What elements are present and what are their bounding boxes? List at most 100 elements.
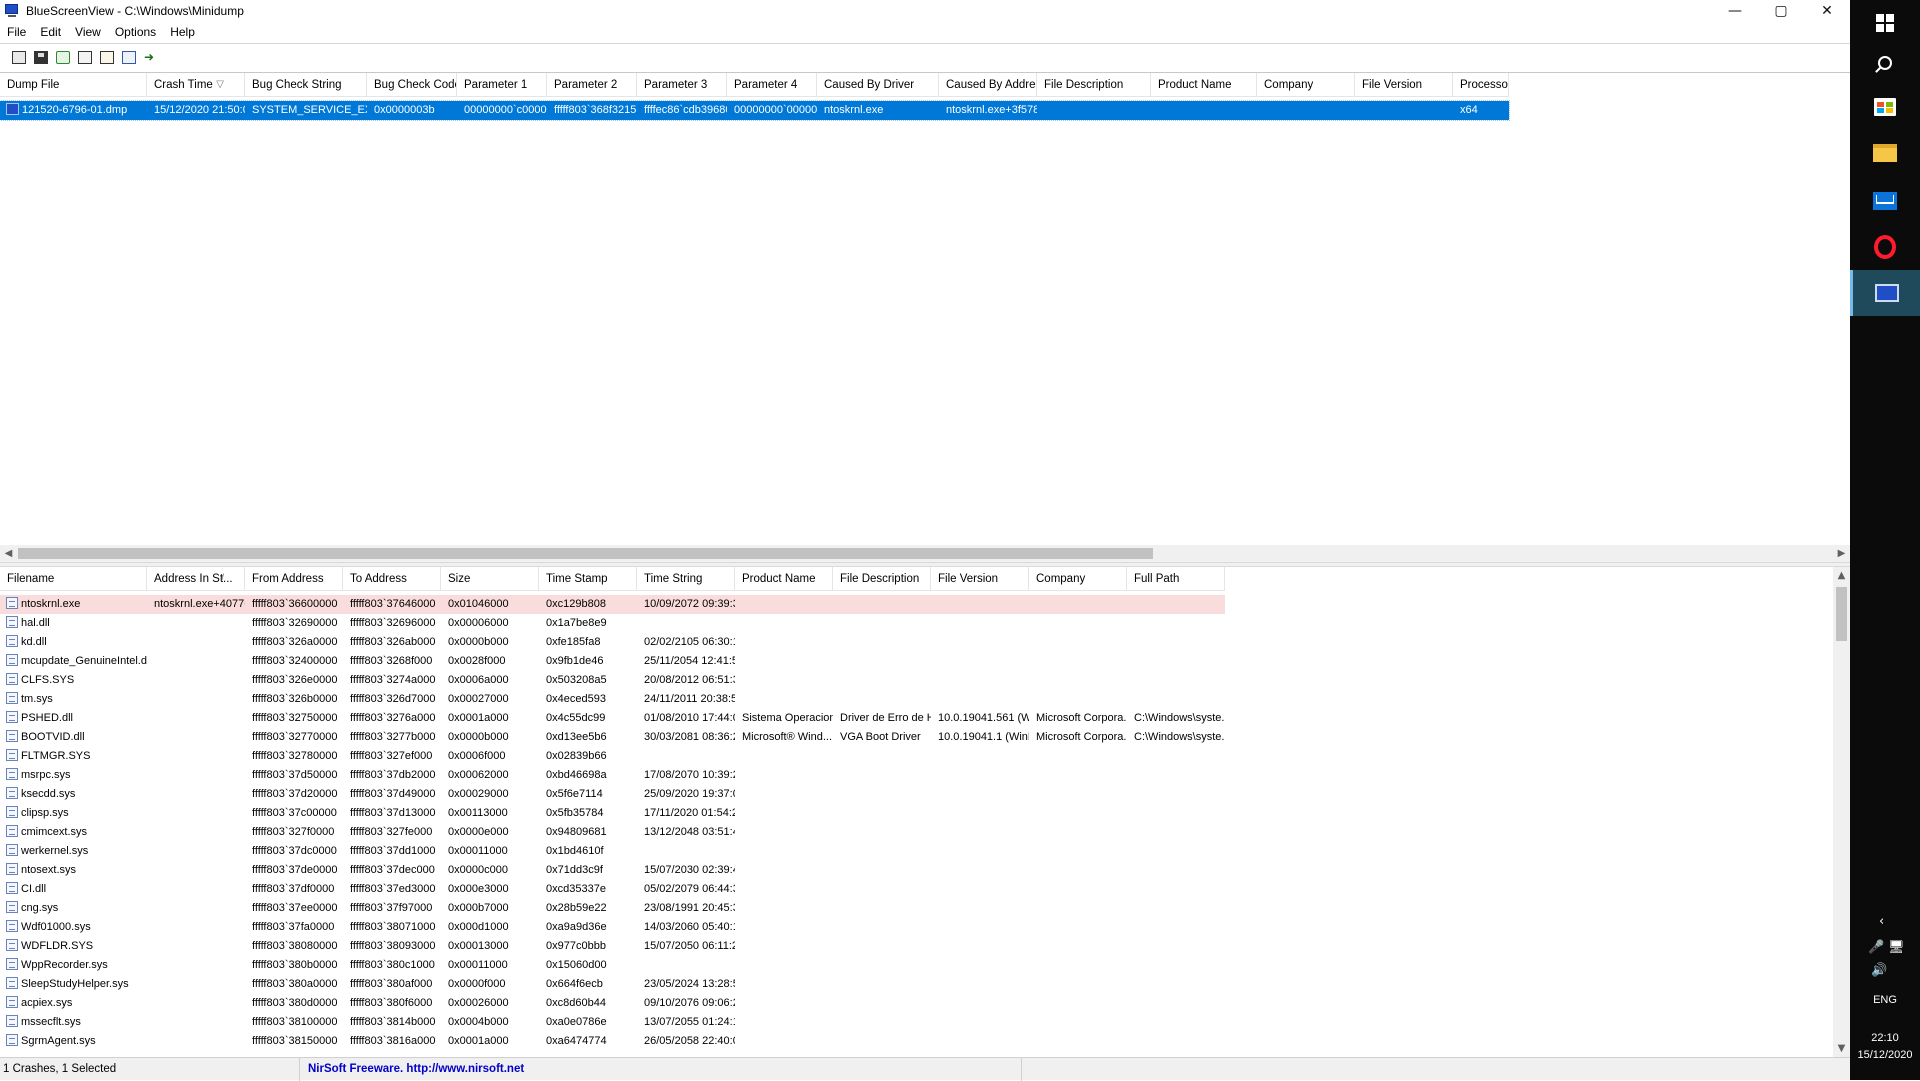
cell: fffff803`3268f000: [343, 652, 441, 671]
scroll-left-icon[interactable]: ◀: [0, 545, 17, 562]
minimize-button[interactable]: —: [1712, 0, 1758, 22]
copy-button[interactable]: [76, 48, 94, 66]
vertical-scrollbar[interactable]: ▲ ▼: [1833, 567, 1850, 1057]
column-header[interactable]: Parameter 3: [637, 73, 727, 97]
driver-row[interactable]: mcupdate_GenuineIntel.dll fffff803`324000…: [0, 652, 1225, 671]
maximize-button[interactable]: ▢: [1758, 0, 1804, 22]
column-header[interactable]: From Address: [245, 567, 343, 591]
driver-row[interactable]: PSHED.dll fffff803`32750000 fffff803`3276a…: [0, 709, 1225, 728]
column-header[interactable]: File Description: [1037, 73, 1151, 97]
language-indicator[interactable]: ENG: [1850, 994, 1920, 1006]
menu-view[interactable]: View: [68, 22, 108, 42]
vertical-scrollbar-thumb[interactable]: [1836, 587, 1847, 641]
column-header[interactable]: Bug Check String: [245, 73, 367, 97]
refresh-button[interactable]: [54, 48, 72, 66]
column-header[interactable]: Full Path: [1127, 567, 1225, 591]
column-header[interactable]: Time Stamp: [539, 567, 637, 591]
column-header[interactable]: Dump File: [0, 73, 147, 97]
column-header[interactable]: Company: [1029, 567, 1127, 591]
cell-text: 0x0000003b: [374, 104, 435, 116]
column-header[interactable]: Parameter 2: [547, 73, 637, 97]
driver-list[interactable]: Filename Address In St... / From Address To …: [0, 567, 1850, 1057]
driver-row[interactable]: CI.dll fffff803`37df0000 fffff803`37ed3000…: [0, 880, 1225, 899]
column-header[interactable]: Filename: [0, 567, 147, 591]
cell: fffff803`380b0000: [245, 956, 343, 975]
column-header[interactable]: Size: [441, 567, 539, 591]
driver-row[interactable]: acpiex.sys fffff803`380d0000 fffff803`380f…: [0, 994, 1225, 1013]
scrollbar-thumb[interactable]: [18, 548, 1153, 559]
crash-list[interactable]: Dump File Crash Time ▽ Bug Check String Bug …: [0, 72, 1850, 562]
properties-button[interactable]: [98, 48, 116, 66]
driver-row[interactable]: kd.dll fffff803`326a0000 fffff803`326ab000…: [0, 633, 1225, 652]
driver-row[interactable]: ksecdd.sys fffff803`37d20000 fffff803`37d4…: [0, 785, 1225, 804]
volume-icon[interactable]: 🔊: [1871, 963, 1887, 978]
driver-row[interactable]: FLTMGR.SYS fffff803`32780000 fffff803`327e…: [0, 747, 1225, 766]
driver-row[interactable]: cmimcext.sys fffff803`327f0000 fffff803`32…: [0, 823, 1225, 842]
driver-row[interactable]: ntosext.sys fffff803`37de0000 fffff803`37d…: [0, 861, 1225, 880]
nirsoft-link[interactable]: NirSoft Freeware. http://www.nirsoft.net: [300, 1057, 1022, 1081]
column-header[interactable]: Crash Time ▽: [147, 73, 245, 97]
column-header[interactable]: File Version: [931, 567, 1029, 591]
column-header[interactable]: Caused By Address: [939, 73, 1037, 97]
column-header[interactable]: Address In St... /: [147, 567, 245, 591]
clock-date[interactable]: 15/12/2020: [1850, 1049, 1920, 1061]
driver-row[interactable]: ntoskrnl.exe ntoskrnl.exe+407769 fffff803`…: [0, 595, 1225, 614]
column-header[interactable]: Product Name: [735, 567, 833, 591]
column-header[interactable]: Parameter 1: [457, 73, 547, 97]
driver-row[interactable]: msrpc.sys fffff803`37d50000 fffff803`37db2…: [0, 766, 1225, 785]
driver-row[interactable]: BOOTVID.dll fffff803`32770000 fffff803`327…: [0, 728, 1225, 747]
driver-row[interactable]: SgrmAgent.sys fffff803`38150000 fffff803`3…: [0, 1032, 1225, 1051]
driver-row[interactable]: Wdf01000.sys fffff803`37fa0000 fffff803`38…: [0, 918, 1225, 937]
bluescreenview-taskbar-item[interactable]: [1850, 270, 1920, 316]
column-header[interactable]: Product Name: [1151, 73, 1257, 97]
chevron-up-icon[interactable]: ‹: [1879, 914, 1884, 929]
column-header[interactable]: Parameter 4: [727, 73, 817, 97]
column-header[interactable]: Company: [1257, 73, 1355, 97]
scroll-up-icon[interactable]: ▲: [1833, 567, 1850, 584]
column-header[interactable]: File Version: [1355, 73, 1453, 97]
exit-button[interactable]: ➜: [142, 48, 160, 66]
status-bar: 1 Crashes, 1 Selected NirSoft Freeware. …: [0, 1057, 1850, 1081]
column-header[interactable]: File Description: [833, 567, 931, 591]
column-header[interactable]: To Address: [343, 567, 441, 591]
column-header[interactable]: Time String: [637, 567, 735, 591]
status-empty: [1022, 1058, 1850, 1081]
menu-edit[interactable]: Edit: [33, 22, 68, 42]
save-button[interactable]: [32, 48, 50, 66]
store-taskbar-item[interactable]: [1850, 84, 1920, 130]
column-header[interactable]: Bug Check Code: [367, 73, 457, 97]
driver-row[interactable]: clipsp.sys fffff803`37c00000 fffff803`37d1…: [0, 804, 1225, 823]
driver-row[interactable]: hal.dll fffff803`32690000 fffff803`3269600…: [0, 614, 1225, 633]
column-header[interactable]: Caused By Driver: [817, 73, 939, 97]
mail-taskbar-item[interactable]: [1850, 178, 1920, 224]
cell: 0xfe185fa8: [539, 633, 637, 652]
menu-help[interactable]: Help: [163, 22, 202, 42]
driver-row[interactable]: tm.sys fffff803`326b0000 fffff803`326d7000…: [0, 690, 1225, 709]
find-button[interactable]: [120, 48, 138, 66]
crash-row[interactable]: 121520-6796-01.dmp 15/12/2020 21:50:05 SYS…: [0, 100, 1510, 121]
html-report-button[interactable]: [10, 48, 28, 66]
menu-options[interactable]: Options: [108, 22, 163, 42]
horizontal-scrollbar[interactable]: ◀ ▶: [0, 545, 1850, 562]
driver-row[interactable]: CLFS.SYS fffff803`326e0000 fffff803`3274a0…: [0, 671, 1225, 690]
scroll-down-icon[interactable]: ▼: [1833, 1040, 1850, 1057]
driver-row[interactable]: cng.sys fffff803`37ee0000 fffff803`37f9700…: [0, 899, 1225, 918]
network-icon[interactable]: 🖥: [1888, 940, 1905, 955]
scroll-right-icon[interactable]: ▶: [1833, 545, 1850, 562]
column-header[interactable]: Processor: [1453, 73, 1509, 97]
close-button[interactable]: ✕: [1804, 0, 1850, 22]
driver-row[interactable]: SleepStudyHelper.sys fffff803`380a0000 fff…: [0, 975, 1225, 994]
cell: Microsoft Corpora...: [1029, 728, 1127, 747]
clock-time[interactable]: 22:10: [1850, 1032, 1920, 1044]
driver-row[interactable]: mssecflt.sys fffff803`38100000 fffff803`38…: [0, 1013, 1225, 1032]
menu-file[interactable]: File: [0, 22, 33, 42]
cell-text: 17/08/2070 10:39:22: [644, 769, 735, 781]
driver-row[interactable]: WDFLDR.SYS fffff803`38080000 fffff803`3809…: [0, 937, 1225, 956]
driver-row[interactable]: WppRecorder.sys fffff803`380b0000 fffff803…: [0, 956, 1225, 975]
file-explorer-taskbar-item[interactable]: [1850, 130, 1920, 176]
search-button[interactable]: [1850, 40, 1920, 86]
driver-row[interactable]: werkernel.sys fffff803`37dc0000 fffff803`3…: [0, 842, 1225, 861]
opera-taskbar-item[interactable]: [1850, 224, 1920, 270]
microphone-icon[interactable]: 🎤: [1868, 940, 1884, 955]
cell: 0xa0e0786e: [539, 1013, 637, 1032]
